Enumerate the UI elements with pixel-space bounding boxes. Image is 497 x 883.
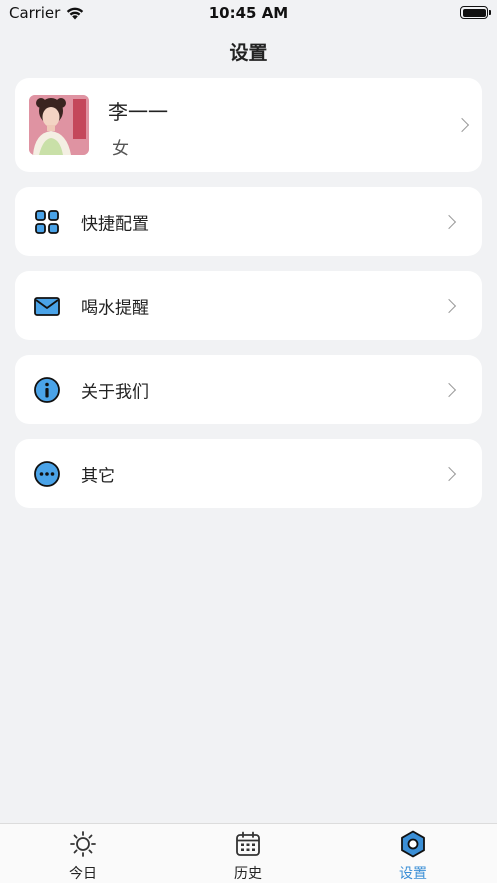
chevron-right-icon bbox=[441, 466, 457, 481]
grid-icon bbox=[35, 209, 59, 234]
menu-item-label: 喝水提醒 bbox=[81, 298, 149, 318]
status-bar: Carrier 10:45 AM bbox=[0, 0, 497, 26]
mail-icon bbox=[34, 296, 60, 316]
menu-item-other[interactable]: 其它 bbox=[15, 439, 482, 508]
chevron-right-icon bbox=[441, 382, 457, 397]
profile-name: 李一一 bbox=[108, 100, 168, 124]
menu-item-label: 快捷配置 bbox=[81, 214, 149, 234]
menu-item-water-reminder[interactable]: 喝水提醒 bbox=[15, 271, 482, 340]
chevron-right-icon bbox=[441, 298, 457, 313]
status-time: 10:45 AM bbox=[208, 4, 289, 22]
tab-label: 历史 bbox=[234, 866, 262, 882]
battery-icon bbox=[460, 6, 491, 19]
chevron-right-icon bbox=[441, 214, 457, 229]
tab-settings[interactable]: 设置 bbox=[373, 824, 453, 883]
chevron-right-icon bbox=[454, 117, 470, 133]
tab-bar: 今日 历史 设置 bbox=[0, 823, 497, 883]
profile-gender: 女 bbox=[112, 139, 129, 159]
menu-item-about-us[interactable]: 关于我们 bbox=[15, 355, 482, 424]
more-icon bbox=[34, 460, 60, 487]
tab-label: 设置 bbox=[399, 866, 427, 882]
tab-today[interactable]: 今日 bbox=[43, 824, 123, 883]
calendar-icon bbox=[236, 831, 260, 856]
sun-icon bbox=[70, 831, 96, 857]
profile-card[interactable]: 李一一 女 bbox=[15, 78, 482, 172]
avatar[interactable] bbox=[29, 95, 89, 155]
hex-nut-icon bbox=[401, 830, 425, 858]
tab-label: 今日 bbox=[69, 866, 97, 882]
page-title: 设置 bbox=[229, 42, 268, 64]
avatar-image bbox=[29, 95, 89, 155]
info-icon bbox=[34, 376, 60, 403]
tab-history[interactable]: 历史 bbox=[208, 824, 288, 883]
menu-item-shortcut-config[interactable]: 快捷配置 bbox=[15, 187, 482, 256]
menu-item-label: 其它 bbox=[81, 466, 115, 486]
menu-item-label: 关于我们 bbox=[81, 382, 149, 402]
